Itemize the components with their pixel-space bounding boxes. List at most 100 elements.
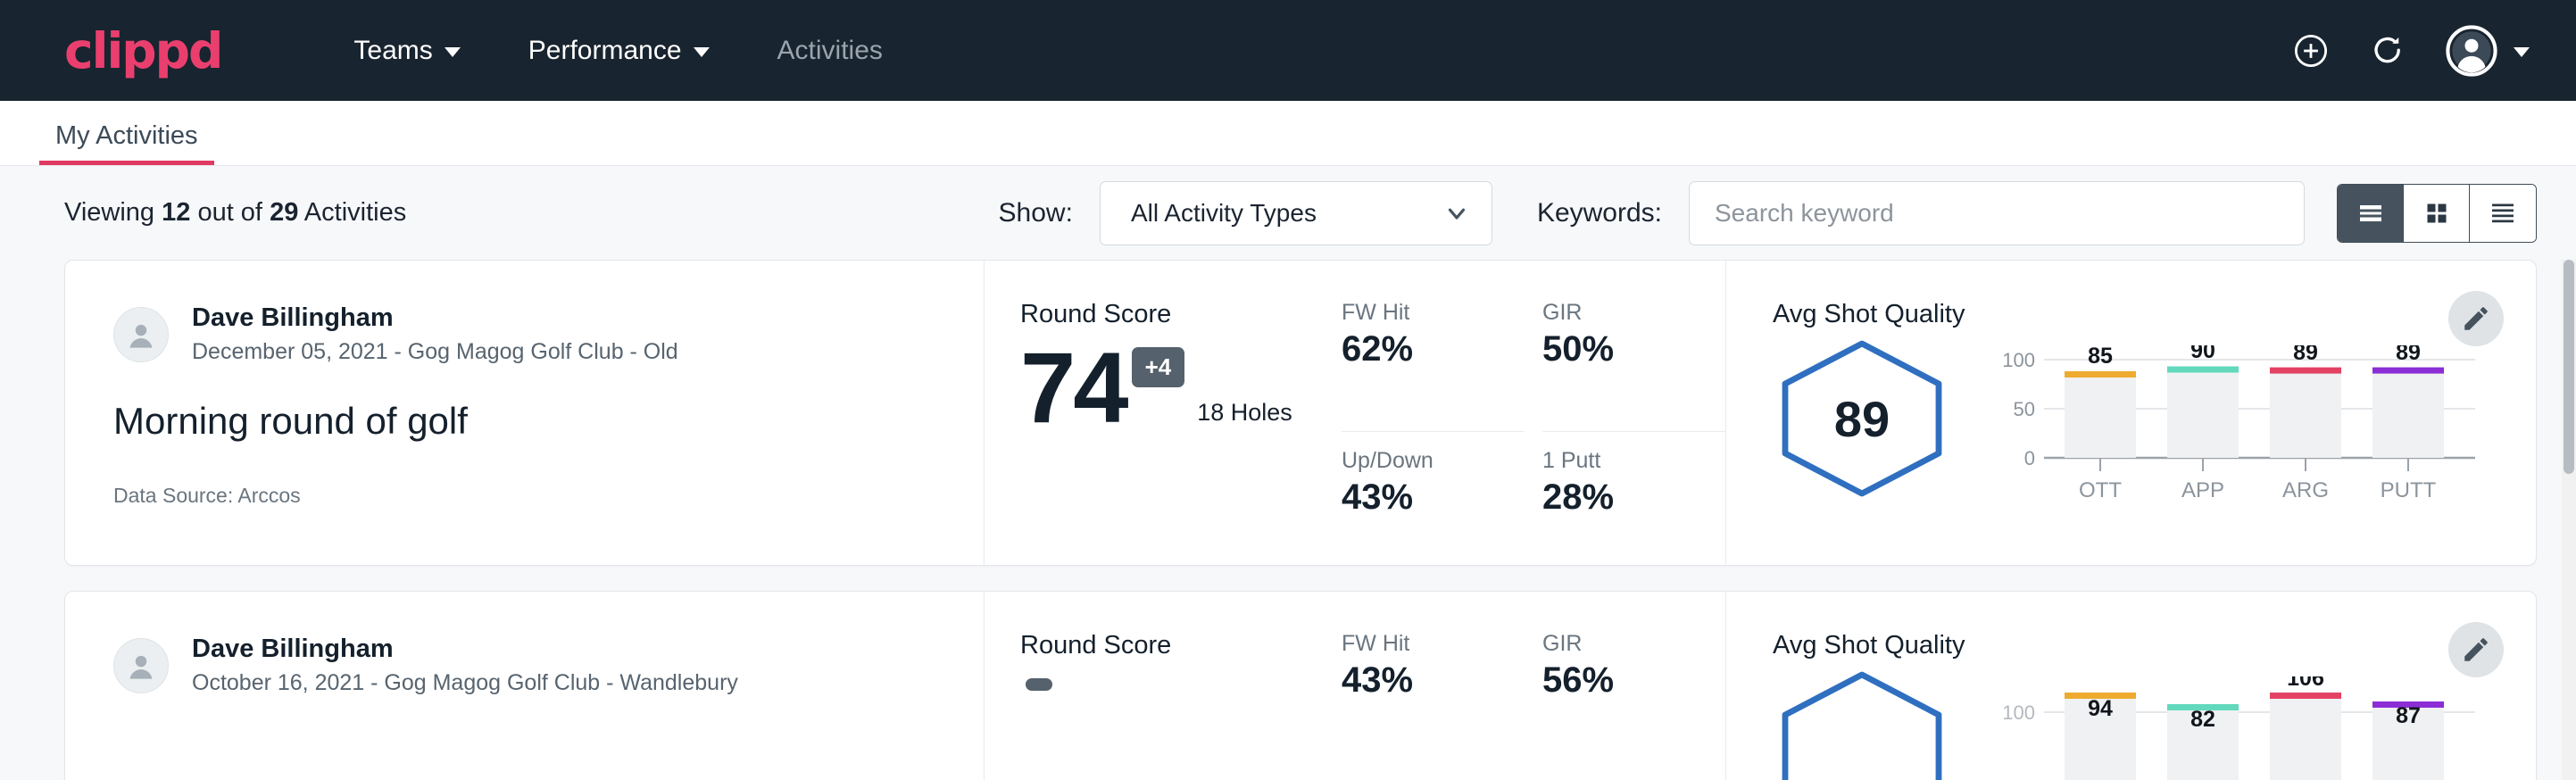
activity-summary-column: Dave Billingham December 05, 2021 - Gog … [65, 261, 985, 565]
nav-item-activities-label: Activities [777, 36, 883, 66]
round-score-to-par-badge: +4 [1132, 347, 1185, 387]
refresh-icon[interactable] [2369, 32, 2406, 70]
bar-label-arg: 106 [2287, 676, 2324, 691]
account-avatar[interactable] [2446, 25, 2530, 77]
nav-item-performance[interactable]: Performance [494, 36, 744, 66]
activity-type-select[interactable]: All Activity Types [1100, 181, 1492, 245]
activity-meta: December 05, 2021 - Gog Magog Golf Club … [192, 337, 678, 368]
chevron-down-icon [2514, 47, 2530, 57]
round-score-column: Round Score [985, 592, 1342, 780]
round-score-column: Round Score 74 +4 18 Holes [985, 261, 1342, 565]
avatar [113, 307, 169, 362]
activity-meta: October 16, 2021 - Gog Magog Golf Club -… [192, 668, 738, 699]
avg-shot-quality-column: Avg Shot Quality 100 94 [1725, 592, 2536, 780]
bar-cap-arg [2270, 693, 2341, 699]
bar-arg [2270, 370, 2341, 458]
round-holes-label: 18 Holes [1197, 399, 1292, 434]
edit-activity-button[interactable] [2448, 622, 2504, 677]
tab-bar: My Activities [0, 101, 2576, 166]
search-input-wrapper[interactable] [1689, 181, 2305, 245]
view-mode-compact-button[interactable] [2470, 185, 2536, 242]
add-circle-icon[interactable] [2292, 32, 2330, 70]
primary-nav-links: Teams Performance Activities [320, 36, 916, 66]
round-stats-grid: FW Hit 62% GIR 50% Up/Down 43% 1 Putt 28… [1342, 261, 1725, 565]
stat-gir: GIR 50% [1542, 300, 1725, 432]
stat-fw-hit: FW Hit 62% [1342, 300, 1525, 432]
stat-one-putt-value: 28% [1542, 477, 1725, 518]
bar-label-arg: 89 [2293, 345, 2318, 365]
chevron-down-icon [1443, 200, 1470, 227]
xtick-label-app: APP [2181, 478, 2224, 502]
bar-cap-app [2167, 367, 2239, 373]
stat-gir-value: 50% [1542, 329, 1725, 369]
stat-one-putt-label: 1 Putt [1542, 448, 1725, 474]
round-score-label: Round Score [1020, 300, 1342, 329]
bar-arg [2270, 696, 2341, 780]
filter-toolbar: Viewing 12 out of 29 Activities Show: Al… [0, 166, 2576, 260]
stat-gir-value: 56% [1542, 660, 1725, 701]
bar-cap-ott [2065, 371, 2136, 378]
xtick-label-putt: PUTT [2381, 478, 2437, 502]
round-stats-grid: FW Hit 43% GIR 56% [1342, 592, 1725, 780]
round-score-to-par-badge [1026, 678, 1052, 691]
avg-shot-quality-value: 89 [1773, 338, 1951, 499]
avg-shot-quality-body: 100 94 82 106 87 [1773, 664, 2536, 780]
tab-my-activities[interactable]: My Activities [39, 121, 214, 165]
activity-title: Morning round of golf [113, 400, 984, 443]
avg-shot-quality-hexagon [1773, 669, 1951, 780]
shot-quality-bar-chart: 100 50 0 85 OTT 90 APP [1989, 345, 2489, 519]
stat-one-putt: 1 Putt 28% [1542, 448, 1725, 565]
nav-item-activities[interactable]: Activities [744, 36, 917, 66]
top-navigation-bar: clippd Teams Performance Activities [0, 0, 2576, 101]
activity-data-source: Data Source: Arccos [113, 484, 984, 508]
avg-shot-quality-value [1773, 669, 1951, 780]
view-mode-list-button[interactable] [2338, 185, 2404, 242]
list-view-icon [2355, 197, 2387, 229]
activity-count-summary: Viewing 12 out of 29 Activities [64, 198, 406, 228]
edit-activity-button[interactable] [2448, 291, 2504, 346]
author-name: Dave Billingham [192, 633, 738, 665]
viewing-suffix: Activities [304, 198, 406, 227]
avg-shot-quality-body: 89 100 50 0 85 [1773, 333, 2536, 519]
round-score-value: 74 [1020, 344, 1126, 434]
shot-quality-bar-chart: 100 94 82 106 87 [1989, 676, 2489, 780]
scrollbar-thumb[interactable] [2564, 260, 2574, 474]
bar-chart-svg: 100 50 0 85 OTT 90 APP [1989, 345, 2489, 515]
chevron-down-icon [445, 47, 461, 57]
stat-fw-hit-value: 43% [1342, 660, 1525, 701]
viewing-count: 12 [162, 198, 190, 227]
bar-label-putt: 89 [2396, 345, 2421, 365]
activity-card[interactable]: Dave Billingham October 16, 2021 - Gog M… [64, 591, 2537, 780]
bar-label-putt: 87 [2396, 703, 2421, 728]
stat-fw-hit-label: FW Hit [1342, 631, 1525, 657]
round-score-label: Round Score [1020, 631, 1342, 660]
ytick-100: 100 [2002, 349, 2035, 371]
activity-card[interactable]: Dave Billingham December 05, 2021 - Gog … [64, 260, 2537, 566]
activity-type-select-value: All Activity Types [1131, 199, 1443, 228]
avg-shot-quality-column: Avg Shot Quality 89 100 [1725, 261, 2536, 565]
page-scrollbar[interactable] [2562, 260, 2576, 780]
view-mode-grid-button[interactable] [2404, 185, 2470, 242]
activity-card-list: Dave Billingham December 05, 2021 - Gog … [0, 260, 2576, 780]
avatar [113, 638, 169, 693]
xtick-label-ott: OTT [2079, 478, 2122, 502]
brand-logo[interactable]: clippd [64, 22, 221, 79]
stat-gir: GIR 56% [1542, 631, 1725, 780]
ytick-50: 50 [2014, 398, 2035, 420]
stat-up-down: Up/Down 43% [1342, 448, 1525, 565]
viewing-middle: out of [197, 198, 262, 227]
nav-actions [2292, 25, 2530, 77]
grid-view-icon [2421, 197, 2453, 229]
search-input[interactable] [1715, 199, 2279, 228]
avg-shot-quality-hexagon: 89 [1773, 338, 1951, 499]
show-label: Show: [999, 198, 1073, 228]
nav-item-teams-label: Teams [353, 36, 432, 66]
stat-fw-hit-label: FW Hit [1342, 300, 1525, 326]
viewing-prefix: Viewing [64, 198, 154, 227]
pencil-icon [2461, 303, 2491, 334]
nav-item-teams[interactable]: Teams [320, 36, 494, 66]
viewing-total: 29 [270, 198, 298, 227]
stat-fw-hit: FW Hit 43% [1342, 631, 1525, 780]
bar-label-ott: 94 [2088, 696, 2113, 721]
bar-label-app: 82 [2190, 707, 2215, 732]
